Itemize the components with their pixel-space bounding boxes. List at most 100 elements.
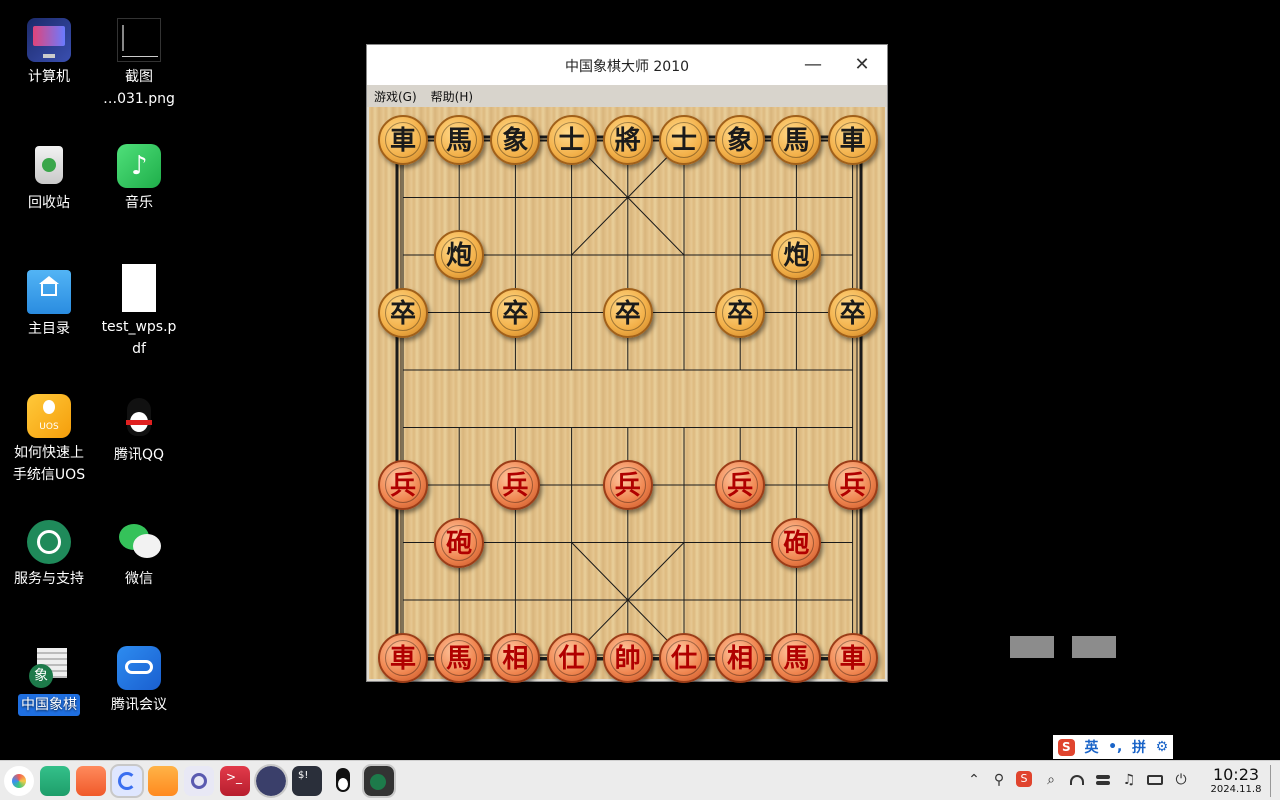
menu-game[interactable]: 游戏(G) — [374, 88, 417, 105]
gray-block-right — [1072, 636, 1116, 658]
qq-penguin-icon — [117, 396, 161, 440]
red-piece[interactable]: 仕 — [546, 632, 597, 683]
red-piece[interactable]: 相 — [490, 632, 541, 683]
piece-label: 馬 — [783, 643, 810, 674]
piece-label: 卒 — [614, 298, 641, 329]
red-piece[interactable]: 砲 — [771, 517, 822, 568]
qq-taskbar-icon[interactable] — [328, 766, 358, 796]
desktop-icon-home[interactable]: 主目录 — [4, 270, 94, 340]
red-piece[interactable]: 馬 — [771, 632, 822, 683]
lightbulb-icon: UOS — [27, 394, 71, 438]
black-piece[interactable]: 炮 — [434, 230, 485, 280]
black-piece[interactable]: 象 — [715, 115, 766, 165]
black-piece[interactable]: 車 — [827, 115, 878, 165]
piece-label: 車 — [389, 643, 416, 674]
piece-label: 卒 — [389, 298, 416, 329]
desktop-icon-uos-guide[interactable]: UOS 如何快速上 手统信UOS — [4, 394, 94, 486]
meeting-icon — [117, 646, 161, 690]
menu-bar: 游戏(G) 帮助(H) — [367, 85, 887, 107]
desktop-icon-tencent-meeting[interactable]: 腾讯会议 — [94, 646, 184, 716]
board-grid — [395, 135, 863, 661]
black-piece[interactable]: 卒 — [827, 287, 878, 338]
desktop-icon-label: 主目录 — [28, 321, 70, 337]
piece-label: 車 — [839, 643, 866, 674]
red-piece[interactable]: 車 — [378, 632, 428, 683]
ime-toolbar[interactable]: S 英 •, 拼 ⚙ — [1053, 735, 1173, 759]
chess-board[interactable]: 車馬象士將士象馬車炮炮卒卒卒卒卒兵兵兵兵兵砲砲車馬相仕帥仕相馬車 — [369, 107, 885, 683]
black-piece[interactable]: 卒 — [378, 287, 428, 338]
desktop-icon-pdf[interactable]: test_wps.p df — [94, 264, 184, 360]
desktop-icon-wechat[interactable]: 微信 — [94, 520, 184, 590]
desktop-icon-support[interactable]: 服务与支持 — [4, 520, 94, 590]
black-piece[interactable]: 將 — [602, 115, 653, 165]
piece-label: 將 — [614, 126, 641, 156]
desktop-icon-qq[interactable]: 腾讯QQ — [94, 396, 184, 466]
multitask-view-icon[interactable] — [40, 766, 70, 796]
desktop-icon-chinese-chess[interactable]: 象 中国象棋 — [4, 646, 94, 716]
file-manager-icon[interactable] — [148, 766, 178, 796]
desktop-icon-music[interactable]: ♪ 音乐 — [94, 144, 184, 214]
ime-mode-english[interactable]: 英 — [1084, 737, 1098, 757]
desktop-icon-trash[interactable]: 回收站 — [4, 144, 94, 214]
clock[interactable]: 10:23 2024.11.8 — [1206, 766, 1266, 796]
usb-icon[interactable]: ⚲ — [990, 771, 1008, 789]
battery-icon[interactable] — [1146, 771, 1164, 789]
black-piece[interactable]: 車 — [378, 115, 428, 165]
sogou-logo-icon[interactable]: S — [1057, 738, 1075, 756]
piece-label: 卒 — [839, 298, 866, 329]
piece-label: 相 — [727, 643, 754, 674]
app-store-icon[interactable] — [76, 766, 106, 796]
menu-help[interactable]: 帮助(H) — [431, 88, 473, 105]
sogou-tray-icon[interactable]: S — [1016, 771, 1034, 789]
red-piece[interactable]: 仕 — [659, 632, 709, 683]
system-monitor-icon[interactable] — [254, 764, 288, 798]
search-icon[interactable]: ⌕ — [1042, 771, 1060, 789]
desktop-icon-label: 截图 …031.png — [103, 69, 175, 107]
black-piece[interactable]: 馬 — [434, 115, 485, 165]
desktop-icon-computer[interactable]: 计算机 — [4, 18, 94, 88]
piece-label: 砲 — [783, 528, 810, 559]
chinese-chess-taskbar-icon[interactable] — [362, 764, 396, 798]
red-piece[interactable]: 兵 — [827, 460, 878, 510]
clock-date: 2024.11.8 — [1210, 784, 1262, 795]
browser-icon[interactable] — [110, 764, 144, 798]
desktop-icon-label: 回收站 — [28, 195, 70, 211]
piece-label: 象 — [502, 126, 529, 156]
black-piece[interactable]: 卒 — [602, 287, 653, 338]
ime-settings-icon[interactable]: ⚙ — [1156, 739, 1169, 755]
notification-icon[interactable]: ♫ — [1120, 771, 1138, 789]
minimize-button[interactable]: — — [795, 49, 831, 81]
show-desktop-divider[interactable] — [1270, 765, 1271, 797]
red-piece[interactable]: 車 — [827, 632, 878, 683]
desktop-icon-label: 如何快速上 手统信UOS — [12, 445, 86, 483]
chess-window: 中国象棋大师 2010 — ✕ 游戏(G) 帮助(H) 車馬象士將士象馬車炮炮卒… — [366, 44, 888, 683]
red-piece[interactable]: 兵 — [715, 460, 766, 510]
wifi-icon[interactable] — [1068, 771, 1086, 789]
window-titlebar[interactable]: 中国象棋大师 2010 — ✕ — [367, 45, 887, 85]
red-piece[interactable]: 帥 — [602, 632, 653, 683]
terminal-dark-icon[interactable]: $! — [292, 766, 322, 796]
black-piece[interactable]: 士 — [546, 115, 597, 165]
black-piece[interactable]: 卒 — [715, 287, 766, 338]
red-piece[interactable]: 馬 — [434, 632, 485, 683]
home-folder-icon — [27, 270, 71, 314]
red-piece[interactable]: 砲 — [434, 517, 485, 568]
red-piece[interactable]: 兵 — [378, 460, 428, 510]
control-center-icon[interactable] — [1094, 771, 1112, 789]
close-button[interactable]: ✕ — [844, 49, 880, 81]
board-frame — [400, 140, 858, 656]
settings-icon[interactable] — [184, 766, 214, 796]
desktop-icon-screenshot[interactable]: 截图 …031.png — [94, 18, 184, 110]
terminal-icon[interactable]: >_ — [220, 766, 250, 796]
red-piece[interactable]: 兵 — [602, 460, 653, 510]
launcher-icon[interactable] — [4, 766, 34, 796]
black-piece[interactable]: 卒 — [490, 287, 541, 338]
ime-punctuation[interactable]: •, — [1108, 739, 1122, 755]
desktop-icon-label: 音乐 — [125, 195, 153, 211]
red-piece[interactable]: 相 — [715, 632, 766, 683]
black-piece[interactable]: 士 — [659, 115, 709, 165]
tray-expand-icon[interactable]: ⌃ — [965, 771, 983, 789]
piece-label: 兵 — [389, 471, 416, 501]
power-icon[interactable]: ⏻ — [1172, 771, 1190, 789]
ime-pinyin[interactable]: 拼 — [1132, 737, 1146, 757]
